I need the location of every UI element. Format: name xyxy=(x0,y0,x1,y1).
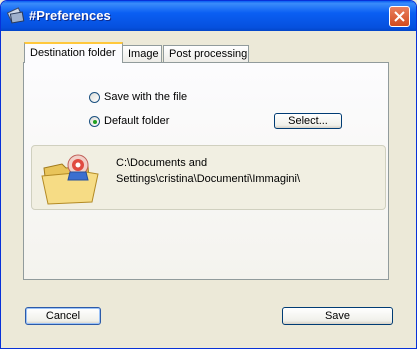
cancel-button[interactable]: Cancel xyxy=(25,307,101,325)
select-folder-button[interactable]: Select... xyxy=(274,113,342,129)
radio-label: Save with the file xyxy=(104,91,188,103)
window-title: #Preferences xyxy=(29,8,111,23)
tab-label: Image xyxy=(128,48,159,60)
radio-default-folder[interactable]: Default folder xyxy=(89,115,169,127)
close-button[interactable] xyxy=(389,6,410,27)
close-icon xyxy=(394,11,405,22)
folder-icon xyxy=(40,152,100,209)
radio-save-with-file[interactable]: Save with the file xyxy=(89,91,187,103)
save-button[interactable]: Save xyxy=(282,307,393,325)
folder-path: C:\Documents and Settings\cristina\Docum… xyxy=(116,157,301,185)
tab-label: Destination folder xyxy=(30,47,116,59)
tab-destination-folder[interactable]: Destination folder xyxy=(24,42,123,63)
tab-post-processing[interactable]: Post processing xyxy=(163,45,249,63)
radio-button[interactable] xyxy=(89,115,100,127)
tab-image[interactable]: Image xyxy=(122,45,162,63)
title-bar[interactable]: #Preferences xyxy=(1,1,416,31)
radio-label: Default folder xyxy=(104,115,170,127)
radio-button[interactable] xyxy=(89,91,100,103)
tab-label: Post processing xyxy=(169,48,248,60)
app-icon xyxy=(6,7,25,25)
folder-info-box: C:\Documents and Settings\cristina\Docum… xyxy=(31,145,386,210)
